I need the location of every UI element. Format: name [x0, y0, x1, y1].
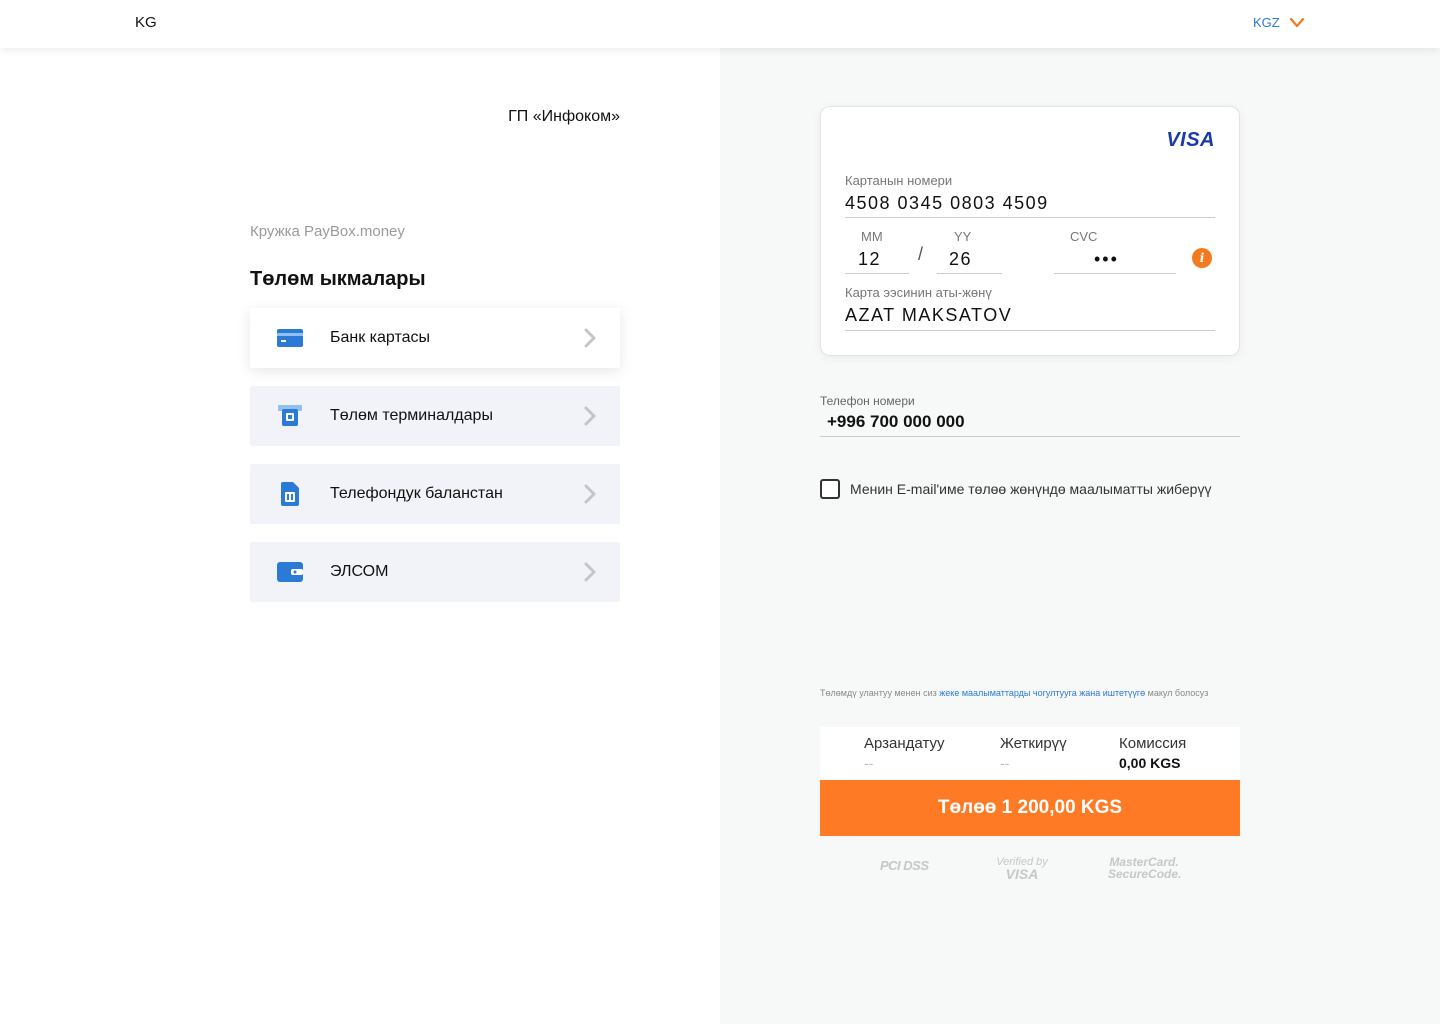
- pay-button[interactable]: Төлөө 1 200,00 KGS: [820, 780, 1240, 836]
- chevron-right-icon: [584, 328, 596, 348]
- mastercard-securecode-logo: MasterCard. SecureCode.: [1108, 856, 1182, 881]
- pci-dss-text: PCI DSS: [880, 858, 929, 873]
- terms-suffix: макул болосуз: [1145, 688, 1209, 698]
- language-label: KGZ: [1253, 15, 1280, 30]
- top-header: KG KGZ: [0, 0, 1440, 48]
- card-number-underline: [845, 217, 1215, 218]
- method-elsom[interactable]: ЭЛСОМ: [250, 542, 620, 602]
- terms-link[interactable]: жеке маалыматтарды чогултууга жана иштет…: [939, 688, 1145, 698]
- yy-underline: [937, 273, 1002, 274]
- wallet-icon: [277, 562, 303, 582]
- method-label: ЭЛСОМ: [330, 563, 389, 580]
- cardholder-label: Карта ээсинин аты-жөнү: [845, 285, 992, 300]
- method-label: Банк картасы: [330, 329, 431, 346]
- mm-label: MM: [861, 229, 883, 244]
- discount-column: Арзандатуу --: [864, 735, 945, 771]
- payment-methods-list: Банк картасы Төлөм терминалдары Телефонд…: [250, 308, 620, 620]
- card-form-panel: VISA Картанын номери 4508 0345 0803 4509…: [720, 48, 1440, 1024]
- order-description: Кружка PayBox.money: [250, 223, 405, 240]
- brand-logo: KG: [135, 14, 157, 31]
- email-receipt-label[interactable]: Менин E-mail'име төлөө жөнүндө маалыматт…: [850, 481, 1211, 497]
- date-separator: /: [918, 244, 925, 264]
- yy-label: YY: [954, 229, 972, 244]
- visa-logo: VISA: [1166, 129, 1215, 151]
- cvc-label: CVC: [1070, 229, 1098, 244]
- cardholder-underline: [845, 330, 1215, 331]
- discount-label: Арзандатуу: [864, 735, 945, 752]
- method-label: Төлөм терминалдары: [330, 407, 493, 424]
- email-receipt-checkbox[interactable]: [820, 479, 840, 499]
- card-number-label: Картанын номери: [845, 173, 953, 188]
- language-selector[interactable]: KGZ: [1253, 15, 1304, 30]
- phone-input[interactable]: +996 700 000 000: [827, 412, 965, 432]
- methods-title: Төлөм ыкмалары: [250, 268, 426, 290]
- chevron-right-icon: [584, 406, 596, 426]
- phone-underline: [820, 436, 1240, 437]
- mm-input[interactable]: 12: [858, 249, 881, 270]
- securecode-text: SecureCode.: [1108, 867, 1182, 881]
- terms-text: Төлөмдү улантуу менен сиз жеке маалыматт…: [820, 688, 1240, 698]
- method-phone-balance[interactable]: Телефондук баланстан: [250, 464, 620, 524]
- sim-card-icon: [281, 482, 299, 506]
- delivery-column: Жеткирүү --: [1000, 735, 1067, 771]
- discount-value: --: [864, 755, 874, 771]
- method-bank-card[interactable]: Банк картасы: [250, 308, 620, 368]
- card-form: VISA Картанын номери 4508 0345 0803 4509…: [820, 106, 1240, 356]
- cardholder-input[interactable]: AZAT MAKSATOV: [845, 305, 1012, 326]
- delivery-label: Жеткирүү: [1000, 735, 1067, 752]
- terminal-icon: [278, 405, 302, 426]
- payment-summary: Арзандатуу -- Жеткирүү -- Комиссия 0,00 …: [820, 727, 1240, 780]
- verified-visa-text: VISA: [1005, 866, 1039, 882]
- pci-dss-logo: PCI DSS: [880, 858, 929, 873]
- credit-card-icon: [277, 329, 303, 347]
- payment-methods-panel: ГП «Инфоком» Кружка PayBox.money Төлөм ы…: [0, 48, 720, 1024]
- terms-prefix: Төлөмдү улантуу менен сиз: [820, 688, 940, 698]
- commission-value: 0,00 KGS: [1119, 755, 1181, 771]
- info-icon[interactable]: i: [1192, 248, 1212, 268]
- phone-label: Телефон номери: [820, 394, 915, 408]
- security-badges: PCI DSS Verified by VISA MasterCard. Sec…: [820, 854, 1240, 884]
- chevron-down-icon: [1289, 17, 1304, 27]
- commission-label: Комиссия: [1119, 735, 1187, 752]
- cvc-underline: [1054, 273, 1176, 274]
- yy-input[interactable]: 26: [949, 249, 972, 270]
- cvc-input[interactable]: •••: [1094, 249, 1119, 270]
- merchant-name: ГП «Инфоком»: [508, 108, 620, 125]
- delivery-value: --: [1000, 755, 1010, 771]
- chevron-right-icon: [584, 562, 596, 582]
- method-terminals[interactable]: Төлөм терминалдары: [250, 386, 620, 446]
- chevron-right-icon: [584, 484, 596, 504]
- mm-underline: [845, 273, 909, 274]
- commission-column: Комиссия 0,00 KGS: [1119, 735, 1186, 771]
- card-number-input[interactable]: 4508 0345 0803 4509: [845, 193, 1049, 214]
- method-label: Телефондук баланстан: [330, 485, 503, 502]
- verified-by-visa-logo: Verified by VISA: [992, 856, 1052, 882]
